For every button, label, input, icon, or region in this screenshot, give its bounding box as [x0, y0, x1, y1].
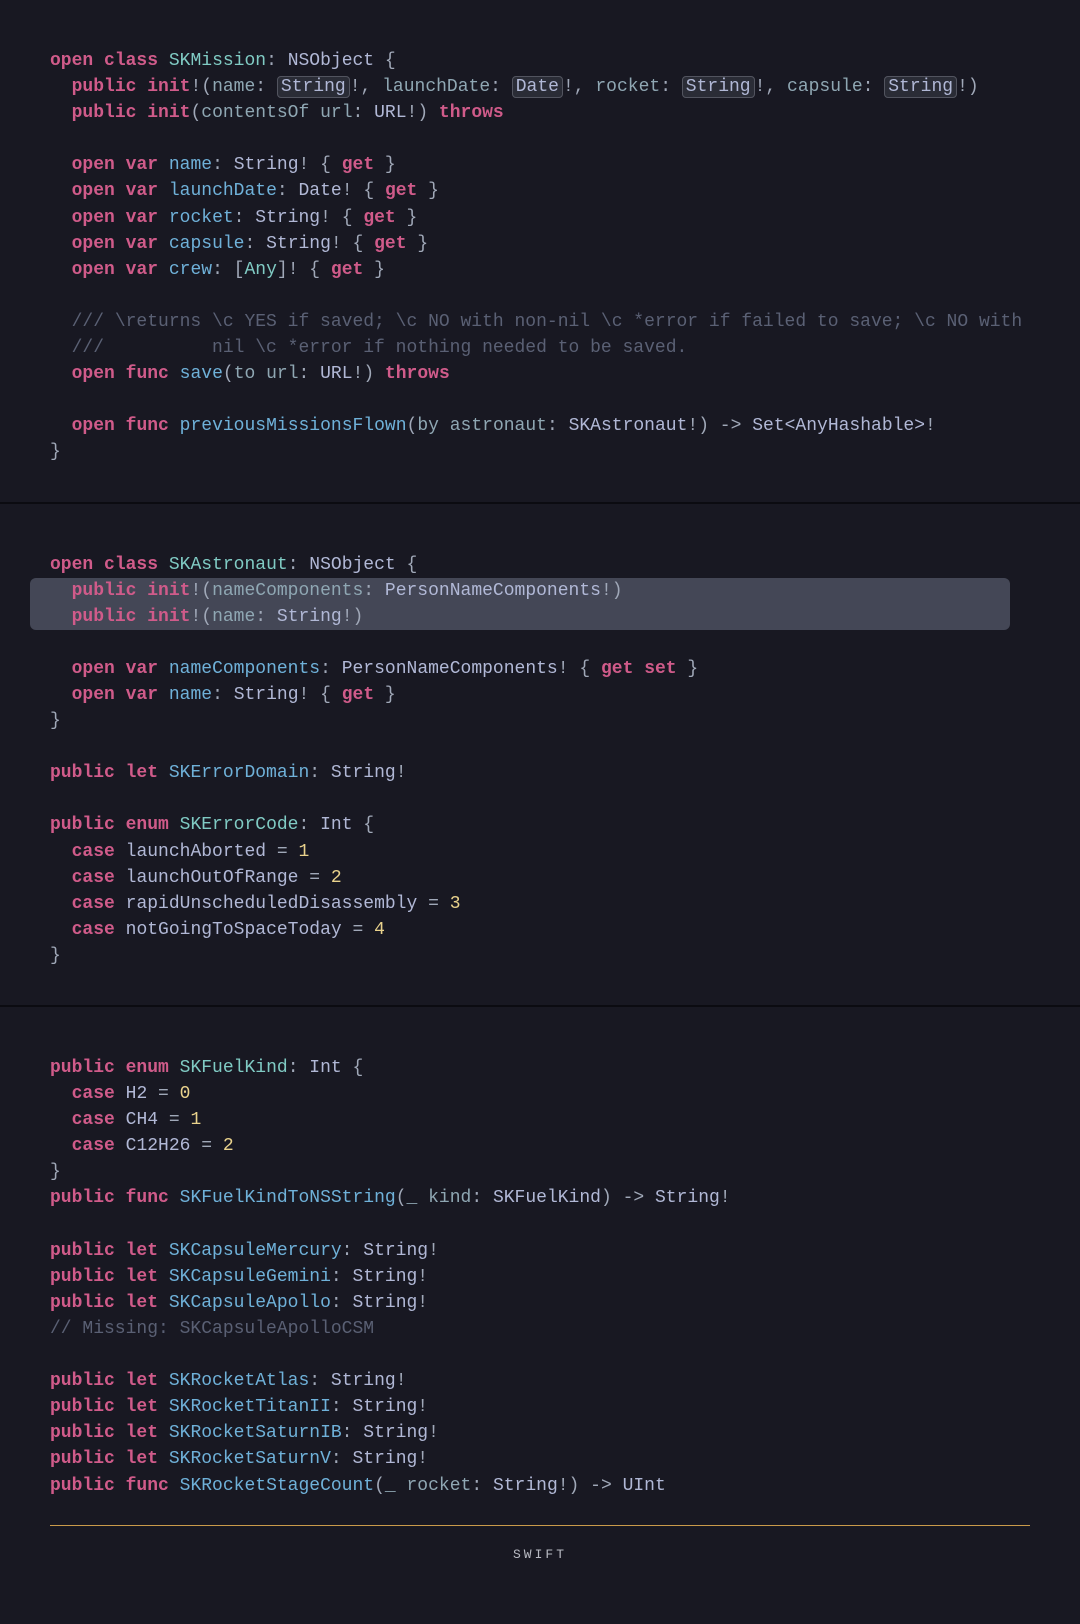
boxed-type-string: String	[682, 76, 755, 98]
doc-comment: /// nil \c *error if nothing needed to b…	[72, 338, 688, 358]
boxed-type-string: String	[277, 76, 350, 98]
doc-comment: /// \returns \c YES if saved; \c NO with…	[72, 312, 1023, 332]
boxed-type-date: Date	[512, 76, 563, 98]
code-block-2: open class SKAstronaut: NSObject { publi…	[0, 504, 1080, 1008]
highlighted-code-row: public init!(nameComponents: PersonNameC…	[30, 578, 1010, 630]
kw-open: open	[50, 51, 93, 71]
code-block-1: open class SKMission: NSObject { public …	[0, 0, 1080, 504]
code-pre-1: open class SKMission: NSObject { public …	[50, 48, 1030, 466]
line-comment: // Missing: SKCapsuleApolloCSM	[50, 1319, 374, 1339]
kw-class: class	[104, 51, 158, 71]
code-pre-3: public enum SKFuelKind: Int { case H2 = …	[50, 1055, 1030, 1499]
boxed-type-string: String	[884, 76, 957, 98]
type-skmission: SKMission	[169, 51, 266, 71]
slide-footer: SWIFT	[0, 1525, 1080, 1624]
type-skastronaut: SKAstronaut	[169, 555, 288, 575]
footer-language-label: SWIFT	[50, 1525, 1030, 1565]
code-slide: open class SKMission: NSObject { public …	[0, 0, 1080, 1624]
code-block-3: public enum SKFuelKind: Int { case H2 = …	[0, 1007, 1080, 1517]
code-pre-2: open class SKAstronaut: NSObject { publi…	[50, 552, 1030, 970]
